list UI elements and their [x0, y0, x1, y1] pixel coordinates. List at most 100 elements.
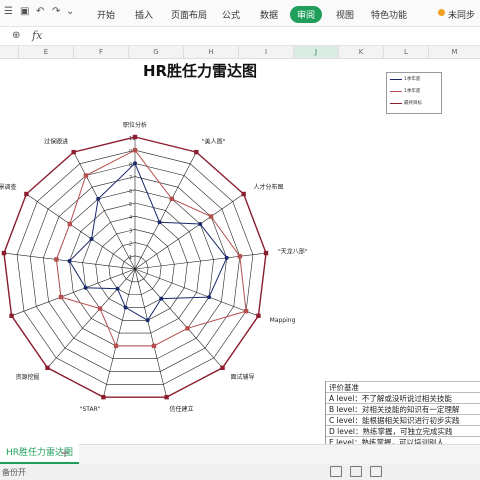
- data-point: [67, 221, 73, 227]
- data-point: [24, 191, 29, 197]
- column-header[interactable]: K: [339, 46, 384, 59]
- data-point: [96, 196, 101, 201]
- redo-icon[interactable]: ↷: [52, 6, 60, 17]
- sync-status[interactable]: 未同步: [448, 8, 475, 21]
- status-bar: [0, 464, 480, 480]
- axis-label: 职位分析: [123, 121, 147, 129]
- chevron-down-icon[interactable]: ⌄: [66, 6, 74, 17]
- tick-label: 4: [129, 215, 132, 221]
- data-point: [123, 305, 128, 310]
- fx-icon[interactable]: fx: [32, 29, 42, 42]
- data-point: [89, 237, 94, 242]
- legend-swatch: [390, 103, 402, 104]
- menu-page-layout[interactable]: 页面布局: [171, 8, 207, 21]
- data-point: [45, 365, 50, 371]
- column-header[interactable]: L: [384, 46, 429, 59]
- legend-label: 最终目标: [404, 101, 422, 106]
- data-point: [224, 255, 229, 260]
- column-header[interactable]: F: [74, 46, 129, 59]
- column-header-selected[interactable]: J: [294, 46, 339, 59]
- axis-label: "STAR": [80, 406, 101, 413]
- data-point: [67, 259, 72, 264]
- menu-home[interactable]: 开始: [97, 8, 115, 21]
- tick-label: 3: [129, 228, 132, 234]
- tick-label: 7: [129, 176, 132, 182]
- data-point: [101, 394, 106, 400]
- menu-data[interactable]: 数据: [260, 8, 278, 21]
- data-point: [113, 343, 119, 349]
- axis-label: Mapping: [270, 317, 296, 324]
- axis-label: "美人图": [202, 137, 226, 145]
- legend-swatch: [390, 91, 402, 92]
- menu-formula[interactable]: 公式: [222, 8, 240, 21]
- data-point: [198, 222, 203, 227]
- legend-swatch: [390, 79, 402, 80]
- undo-icon[interactable]: ↶: [36, 6, 44, 17]
- grid-spoke: [134, 268, 259, 317]
- data-point: [169, 196, 175, 202]
- series-line: [55, 149, 247, 347]
- axis-label: 过保跟进: [44, 137, 68, 145]
- axis-label: 背景调查: [0, 183, 16, 191]
- legend-item: 1季年底: [390, 87, 440, 97]
- menu-insert[interactable]: 插入: [135, 8, 153, 21]
- grid-spoke: [73, 151, 136, 270]
- data-point: [185, 326, 190, 331]
- data-point: [256, 313, 261, 319]
- column-header[interactable]: E: [19, 46, 74, 59]
- save-icon[interactable]: ▣: [20, 6, 29, 17]
- menu-features[interactable]: 特色功能: [371, 8, 407, 21]
- zoom-icon[interactable]: ⊕: [12, 30, 20, 41]
- data-point: [132, 134, 138, 140]
- data-point: [237, 254, 243, 259]
- data-point: [54, 257, 59, 262]
- data-point: [133, 161, 137, 166]
- criteria-table: 评价基准 A level：不了解或没听说过相关技能 B level：对相关技能的…: [325, 381, 480, 447]
- data-point: [157, 220, 162, 225]
- chart-legend: 1季年底 1季年底 最终目标: [386, 72, 442, 114]
- data-point: [9, 313, 14, 319]
- data-point: [97, 306, 103, 311]
- tick-label: 6: [129, 189, 132, 195]
- legend-item: 1季年底: [390, 75, 440, 85]
- grid-spoke: [11, 268, 136, 317]
- menu-view[interactable]: 视图: [336, 8, 354, 21]
- data-point: [145, 318, 150, 323]
- tick-label: 2: [129, 242, 132, 248]
- file-menu-icon[interactable]: ☰: [4, 6, 13, 17]
- legend-item: 最终目标: [390, 99, 440, 109]
- data-point: [208, 214, 214, 219]
- data-point: [263, 250, 269, 256]
- data-point: [1, 250, 7, 256]
- tick-label: 5: [129, 202, 132, 208]
- normal-view-icon[interactable]: [330, 466, 342, 477]
- axis-label: 信任建立: [169, 405, 193, 413]
- backup-status[interactable]: 备份开: [2, 467, 26, 478]
- column-header[interactable]: I: [239, 46, 294, 59]
- data-point: [164, 394, 169, 400]
- corner-cell[interactable]: [0, 46, 19, 59]
- grid-spoke: [134, 151, 197, 270]
- axis-label: 人才分布图: [254, 183, 284, 191]
- sync-status-icon: [438, 9, 445, 16]
- axis-label: 面试辅导: [230, 373, 254, 381]
- column-header[interactable]: G: [129, 46, 184, 59]
- data-point: [241, 191, 246, 197]
- axis-label: "天龙八部": [278, 248, 308, 256]
- formula-input[interactable]: [56, 28, 480, 44]
- data-point: [83, 173, 89, 178]
- data-point: [71, 149, 76, 155]
- page-break-view-icon[interactable]: [370, 466, 382, 477]
- axis-label: 资源挖掘: [15, 373, 39, 381]
- data-point: [132, 148, 138, 153]
- chart-title: HR胜任力雷达图: [142, 62, 258, 80]
- legend-label: 1季年底: [404, 77, 421, 82]
- column-header[interactable]: H: [184, 46, 239, 59]
- data-point: [207, 295, 212, 300]
- add-sheet-icon[interactable]: +: [60, 446, 70, 460]
- legend-label: 1季年底: [404, 89, 421, 94]
- menu-review[interactable]: 审阅: [290, 6, 323, 23]
- page-layout-view-icon[interactable]: [350, 466, 362, 477]
- column-header[interactable]: M: [429, 46, 480, 59]
- data-point: [83, 285, 88, 290]
